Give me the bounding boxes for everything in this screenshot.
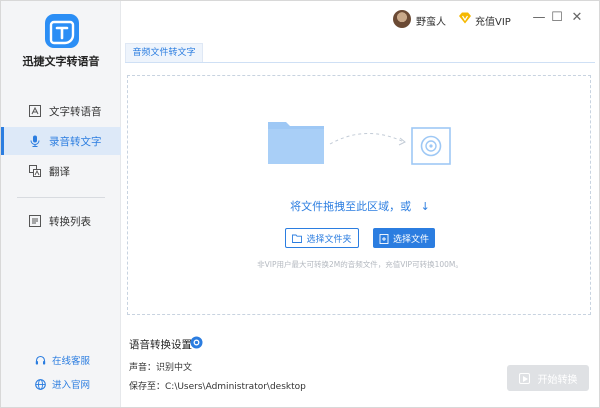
globe-icon [35,378,46,390]
vip-limit-hint: 非VIP用户最大可转换2M的音频文件，充值VIP可转换100M。 [257,260,463,269]
sidebar-item-label: 文字转语音 [49,105,102,118]
app-logo-icon [45,14,79,48]
sidebar-item-translate[interactable]: 翻译 [1,157,121,185]
folder-outline-icon [292,234,303,243]
avatar[interactable] [393,10,411,28]
file-drop-zone[interactable]: 将文件拖拽至此区域，或 ↓ 选择文件夹 选择文件 非VIP用户最大可转换2M的音… [127,75,591,315]
save-path-setting[interactable]: 保存至：C:\Users\Administrator\desktop [129,379,306,392]
tab-underline [125,62,595,63]
sidebar-item-label: 翻译 [49,165,70,178]
vip-diamond-icon[interactable] [458,11,472,25]
minimize-button[interactable]: — [530,9,548,27]
sidebar-divider [17,197,105,198]
sidebar-item-label: 录音转文字 [49,135,102,148]
microphone-icon [29,135,41,147]
online-support-label: 在线客服 [52,356,91,367]
select-file-button[interactable]: 选择文件 [373,228,435,248]
settings-gear-icon[interactable] [190,336,203,349]
username[interactable]: 野蛮人 [416,13,446,28]
dashed-arrow-icon [329,133,405,145]
drop-instruction-text: 将文件拖拽至此区域，或 [290,200,412,213]
translate-icon [29,165,41,177]
tab-audio-to-text[interactable]: 音频文件转文字 [125,43,203,63]
sidebar: 迅捷文字转语音 文字转语音 录音转文字 翻译 转换列表 在线客服 进入官网 [1,1,121,407]
add-file-icon [379,233,389,244]
down-arrow-icon: ↓ [420,200,430,213]
app-name: 迅捷文字转语音 [22,55,100,68]
select-file-label: 选择文件 [392,234,429,245]
sidebar-item-text-to-speech[interactable]: 文字转语音 [1,97,121,125]
official-site-link[interactable]: 进入官网 [1,375,121,393]
drop-instruction: 将文件拖拽至此区域，或 ↓ [128,198,592,214]
start-conversion-button[interactable]: 开始转换 [507,365,589,391]
vip-recharge-link[interactable]: 充值VIP [475,13,511,28]
titlebar: 野蛮人 充值VIP — ☐ ✕ [122,1,600,39]
select-folder-label: 选择文件夹 [306,234,352,245]
sidebar-item-recording-to-text[interactable]: 录音转文字 [1,127,121,155]
conversion-settings-title: 语音转换设置 [129,339,192,351]
play-icon [518,372,530,384]
select-folder-button[interactable]: 选择文件夹 [285,228,359,248]
audio-file-icon [411,127,451,165]
folder-icon [268,122,324,164]
drop-illustration [268,122,451,165]
maximize-button[interactable]: ☐ [548,9,566,27]
sidebar-item-conversion-list[interactable]: 转换列表 [1,207,121,235]
text-image-icon [29,105,41,117]
official-site-label: 进入官网 [52,380,91,391]
start-conversion-label: 开始转换 [537,374,578,386]
headset-icon [35,355,46,366]
voice-setting: 声音：识别中文 [129,363,193,373]
close-button[interactable]: ✕ [568,9,586,27]
online-support-link[interactable]: 在线客服 [1,351,121,369]
sidebar-item-label: 转换列表 [49,215,91,228]
app-window: 迅捷文字转语音 文字转语音 录音转文字 翻译 转换列表 在线客服 进入官网 野蛮… [0,0,600,408]
list-icon [29,215,41,227]
